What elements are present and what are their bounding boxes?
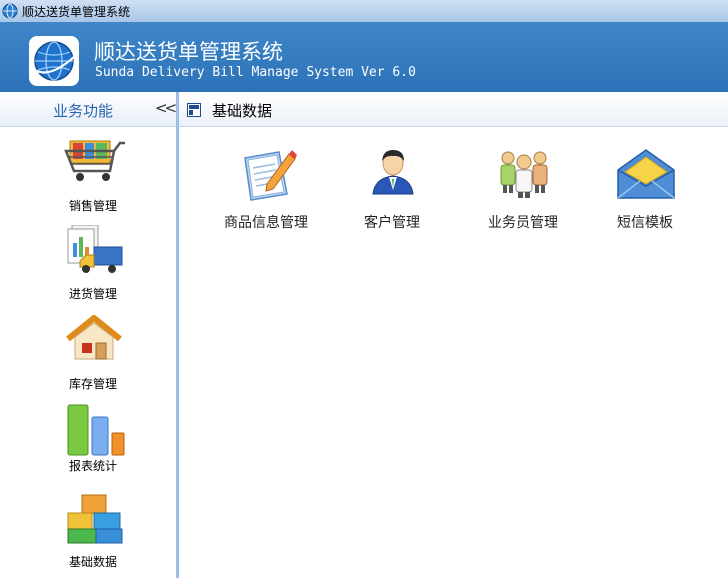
sidebar-item-label: 报表统计: [68, 459, 117, 473]
sidebar-title: 业务功能: [53, 102, 114, 120]
globe-icon: [2, 3, 18, 19]
staff-group-icon: [500, 151, 548, 198]
envelope-icon: [617, 149, 675, 199]
tile-sms-template[interactable]: 短信模板: [580, 148, 710, 238]
sidebar-item-label: 进货管理: [68, 287, 117, 301]
delivery-truck-icon: [67, 225, 123, 273]
tile-label: 客户管理: [364, 215, 420, 231]
globe-logo-icon: [29, 36, 79, 86]
app-title: 顺达送货单管理系统: [94, 40, 283, 64]
tile-label: 业务员管理: [488, 215, 558, 231]
customer-person-icon: [372, 150, 414, 195]
sidebar-item-inventory[interactable]: 库存管理: [40, 315, 146, 395]
bar-chart-icon: [67, 404, 125, 456]
notepad-pencil-icon: [244, 150, 297, 201]
collapse-sidebar-button[interactable]: <<: [155, 99, 177, 117]
sidebar-item-purchase[interactable]: 进货管理: [40, 225, 146, 305]
tile-product-info[interactable]: 商品信息管理: [201, 148, 331, 238]
window-title: 顺达送货单管理系统: [22, 4, 131, 19]
sidebar-item-label: 销售管理: [68, 199, 117, 213]
content-header: 基础数据: [179, 92, 728, 127]
panel-divider[interactable]: [176, 92, 179, 578]
tile-label: 商品信息管理: [224, 215, 308, 231]
tile-customer[interactable]: 客户管理: [327, 148, 457, 238]
tile-salesperson[interactable]: 业务员管理: [458, 148, 588, 238]
shopping-cart-icon: [64, 140, 125, 181]
sidebar-item-label: 基础数据: [68, 555, 117, 569]
house-icon: [66, 315, 122, 360]
app-subtitle: Sunda Delivery Bill Manage System Ver 6.…: [95, 65, 416, 80]
tile-label: 短信模板: [617, 215, 673, 231]
sidebar-item-reports[interactable]: 报表统计: [40, 403, 146, 483]
sidebar-item-label: 库存管理: [68, 377, 117, 391]
content-title: 基础数据: [212, 102, 273, 120]
sidebar-item-sales[interactable]: 销售管理: [40, 137, 146, 217]
window-titlebar: 顺达送货单管理系统: [0, 0, 728, 23]
stacked-boxes-icon: [67, 494, 123, 544]
sidebar: 销售管理 进货管理 库存管理 报表统计 基础数据: [0, 127, 176, 578]
sidebar-item-basic-data[interactable]: 基础数据: [40, 493, 146, 573]
sidebar-header: 业务功能 <<: [0, 92, 177, 127]
app-banner: 顺达送货单管理系统 Sunda Delivery Bill Manage Sys…: [0, 22, 728, 92]
grid-window-icon: [187, 103, 201, 117]
